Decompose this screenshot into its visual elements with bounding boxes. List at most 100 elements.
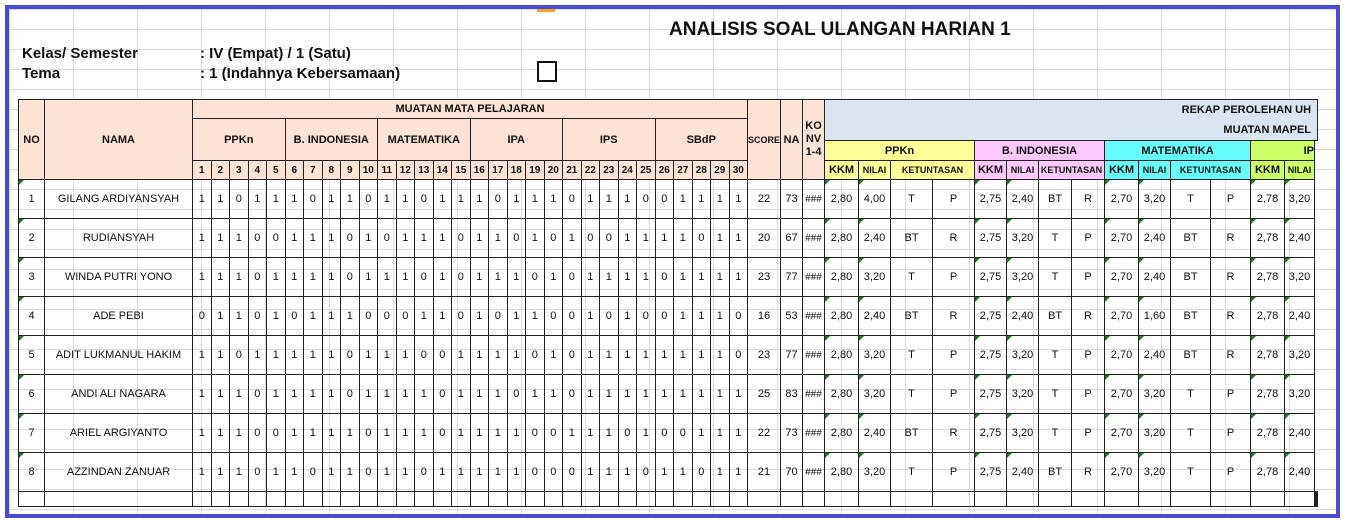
cell-empty[interactable] xyxy=(562,491,582,507)
cell-rekap[interactable]: 3,20 xyxy=(1138,452,1172,492)
cell-answer[interactable]: 0 xyxy=(562,257,582,297)
cell-no[interactable]: 2 xyxy=(18,218,45,258)
cell-rekap[interactable]: BT xyxy=(890,296,934,336)
cell-answer[interactable]: 1 xyxy=(543,179,563,219)
header-nilai[interactable]: NILAI xyxy=(1138,160,1172,180)
header-konv[interactable]: KO NV 1-4 xyxy=(802,99,826,180)
cell-rekap[interactable]: 3,20 xyxy=(858,452,892,492)
header-question-number[interactable]: 16 xyxy=(469,160,489,180)
cell-name[interactable]: WINDA PUTRI YONO xyxy=(44,257,193,297)
cell-answer[interactable]: 1 xyxy=(266,452,286,492)
cell-rekap[interactable]: 2,40 xyxy=(1284,218,1316,258)
header-rekap-subject[interactable]: PPKn xyxy=(824,140,976,161)
cell-answer[interactable]: 1 xyxy=(266,179,286,219)
cell-answer[interactable]: 0 xyxy=(543,296,563,336)
cell-answer[interactable]: 1 xyxy=(617,257,637,297)
cell-answer[interactable]: 0 xyxy=(562,374,582,414)
cell-answer[interactable]: 1 xyxy=(488,374,508,414)
cell-answer[interactable]: 1 xyxy=(525,179,545,219)
cell-rekap[interactable]: R xyxy=(932,413,976,453)
header-question-number[interactable]: 25 xyxy=(636,160,656,180)
cell-answer[interactable]: 1 xyxy=(636,335,656,375)
cell-answer[interactable]: 1 xyxy=(728,413,748,453)
cell-answer[interactable]: 1 xyxy=(488,218,508,258)
cell-empty[interactable] xyxy=(192,491,212,507)
cell-answer[interactable]: 1 xyxy=(303,374,323,414)
cell-answer[interactable]: 1 xyxy=(192,452,212,492)
cell-answer[interactable]: 1 xyxy=(617,374,637,414)
cell-rekap[interactable]: 2,70 xyxy=(1104,335,1140,375)
cell-answer[interactable]: 1 xyxy=(432,452,452,492)
cell-answer[interactable]: 1 xyxy=(543,374,563,414)
cell-answer[interactable]: 0 xyxy=(525,335,545,375)
cell-answer[interactable]: 1 xyxy=(469,218,489,258)
cell-rekap[interactable]: 2,40 xyxy=(1138,218,1172,258)
cell-konv[interactable]: ### xyxy=(802,257,826,297)
cell-answer[interactable]: 1 xyxy=(432,179,452,219)
header-muatan[interactable]: MUATAN MATA PELAJARAN xyxy=(192,99,748,119)
header-question-number[interactable]: 15 xyxy=(451,160,471,180)
cell-answer[interactable]: 1 xyxy=(451,179,471,219)
cell-rekap[interactable]: 3,20 xyxy=(1006,413,1040,453)
header-question-number[interactable]: 14 xyxy=(432,160,452,180)
cell-rekap[interactable]: 2,40 xyxy=(1006,452,1040,492)
cell-answer[interactable]: 1 xyxy=(691,257,711,297)
cell-score[interactable]: 23 xyxy=(746,335,782,375)
header-na[interactable]: NA xyxy=(780,99,804,180)
cell-answer[interactable]: 1 xyxy=(506,179,526,219)
cell-empty[interactable] xyxy=(932,491,976,507)
cell-empty[interactable] xyxy=(673,491,693,507)
cell-answer[interactable]: 1 xyxy=(358,374,378,414)
cell-answer[interactable]: 0 xyxy=(728,296,748,336)
cell-answer[interactable]: 1 xyxy=(210,218,230,258)
cell-answer[interactable]: 1 xyxy=(284,218,304,258)
cell-rekap[interactable]: P xyxy=(1210,452,1252,492)
cell-answer[interactable]: 0 xyxy=(451,218,471,258)
cell-no[interactable]: 8 xyxy=(18,452,45,492)
cell-rekap[interactable]: 2,78 xyxy=(1250,374,1286,414)
header-question-number[interactable]: 29 xyxy=(710,160,730,180)
cell-answer[interactable]: 1 xyxy=(673,257,693,297)
header-question-number[interactable]: 19 xyxy=(525,160,545,180)
cell-answer[interactable]: 1 xyxy=(710,452,730,492)
header-rekap[interactable]: REKAP PEROLEHAN UH MUATAN MAPEL xyxy=(824,99,1319,141)
cell-answer[interactable]: 1 xyxy=(506,257,526,297)
header-question-number[interactable]: 6 xyxy=(284,160,304,180)
cell-answer[interactable]: 1 xyxy=(673,296,693,336)
cell-answer[interactable]: 1 xyxy=(654,335,674,375)
cell-rekap[interactable]: P xyxy=(932,335,976,375)
cell-answer[interactable]: 1 xyxy=(599,179,619,219)
cell-rekap[interactable]: 2,75 xyxy=(974,452,1008,492)
cell-empty[interactable] xyxy=(728,491,748,507)
cell-answer[interactable]: 1 xyxy=(414,296,434,336)
cell-answer[interactable]: 0 xyxy=(451,296,471,336)
cell-empty[interactable] xyxy=(654,491,674,507)
cell-answer[interactable]: 1 xyxy=(229,452,249,492)
cell-answer[interactable]: 0 xyxy=(358,452,378,492)
cell-answer[interactable]: 1 xyxy=(229,413,249,453)
cell-rekap[interactable]: 2,40 xyxy=(1284,413,1316,453)
cell-answer[interactable]: 1 xyxy=(395,179,415,219)
cell-na[interactable]: 67 xyxy=(780,218,804,258)
cell-rekap[interactable]: P xyxy=(1071,218,1106,258)
cell-rekap[interactable]: R xyxy=(1071,452,1106,492)
cell-answer[interactable]: 0 xyxy=(340,218,360,258)
cell-answer[interactable]: 1 xyxy=(691,335,711,375)
cell-rekap[interactable]: 2,70 xyxy=(1104,296,1140,336)
cell-answer[interactable]: 1 xyxy=(599,374,619,414)
cell-answer[interactable]: 1 xyxy=(210,413,230,453)
cell-rekap[interactable]: BT xyxy=(1170,257,1212,297)
cell-na[interactable]: 73 xyxy=(780,179,804,219)
cell-rekap[interactable]: T xyxy=(890,257,934,297)
cell-rekap[interactable]: 2,40 xyxy=(858,296,892,336)
cell-answer[interactable]: 1 xyxy=(506,335,526,375)
cell-answer[interactable]: 1 xyxy=(284,452,304,492)
cell-rekap[interactable]: 3,20 xyxy=(858,257,892,297)
cell-answer[interactable]: 0 xyxy=(358,179,378,219)
cell-rekap[interactable]: R xyxy=(1071,179,1106,219)
header-question-number[interactable]: 1 xyxy=(192,160,212,180)
cell-empty[interactable] xyxy=(44,491,193,507)
cell-answer[interactable]: 1 xyxy=(636,374,656,414)
cell-answer[interactable]: 1 xyxy=(284,413,304,453)
cell-no[interactable]: 4 xyxy=(18,296,45,336)
